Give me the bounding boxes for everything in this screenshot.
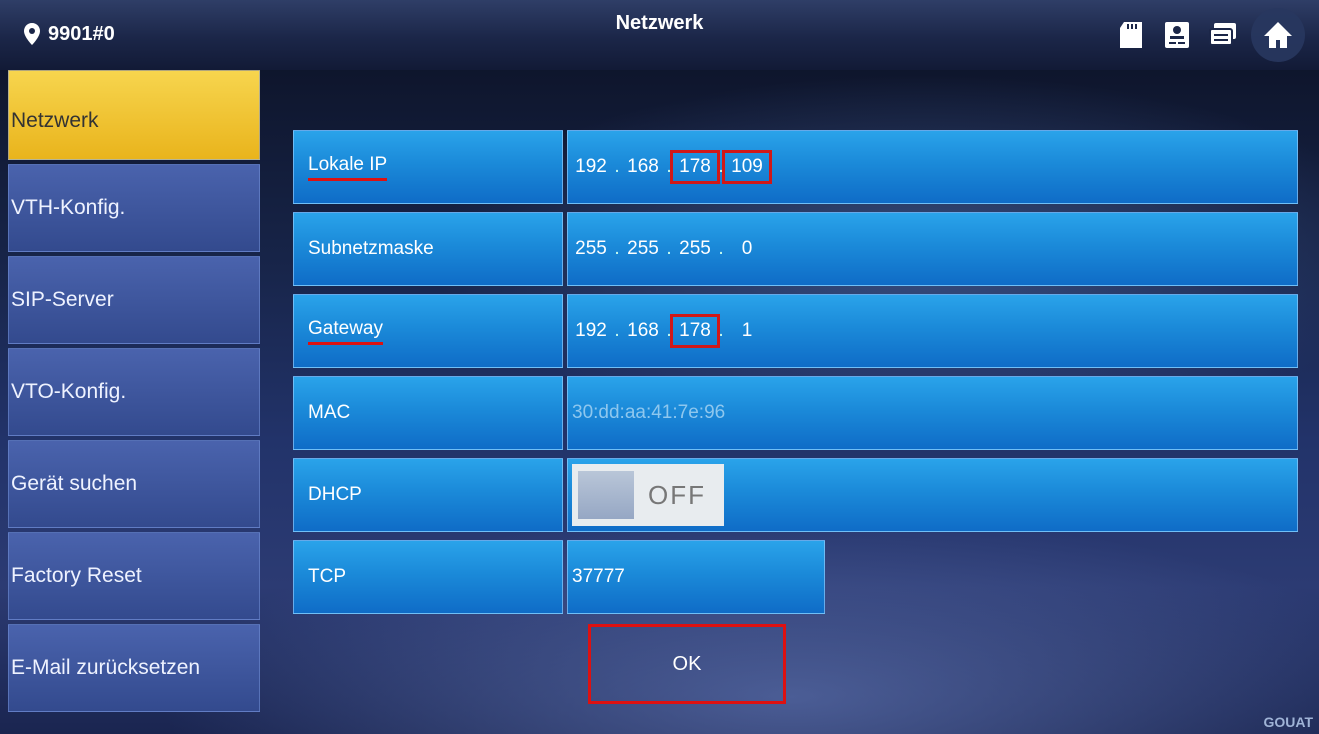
message-stack-icon[interactable] bbox=[1205, 17, 1241, 53]
tcp-label-cell: TCP bbox=[293, 540, 563, 614]
subnet-label: Subnetzmaske bbox=[308, 238, 434, 259]
sidebar-item-sip-server[interactable]: SIP-Server bbox=[8, 256, 260, 344]
sidebar-item-geraet-suchen[interactable]: Gerät suchen bbox=[8, 440, 260, 528]
gateway-label-cell: Gateway bbox=[293, 294, 563, 368]
gateway-label: Gateway bbox=[308, 318, 383, 345]
subnet-octet-3[interactable]: 255 bbox=[676, 238, 714, 260]
row-subnet: Subnetzmaske 255. 255. 255. 0 bbox=[293, 212, 1298, 286]
sidebar-item-email-reset[interactable]: E-Mail zurücksetzen bbox=[8, 624, 260, 712]
local-ip-label-cell: Lokale IP bbox=[293, 130, 563, 204]
home-button[interactable] bbox=[1251, 8, 1305, 62]
top-icons bbox=[1113, 8, 1305, 62]
dhcp-label-cell: DHCP bbox=[293, 458, 563, 532]
mac-label: MAC bbox=[308, 402, 351, 423]
tcp-label: TCP bbox=[308, 566, 346, 587]
brand-watermark: GOUAT bbox=[1263, 714, 1313, 730]
gateway-octet-4[interactable]: 1 bbox=[728, 320, 766, 342]
row-gateway: Gateway 192. 168. 178. 1 bbox=[293, 294, 1298, 368]
ok-highlight-box: OK bbox=[588, 624, 786, 704]
top-bar: 9901#0 Netzwerk bbox=[0, 0, 1319, 70]
mac-value: 30:dd:aa:41:7e:96 bbox=[572, 402, 726, 423]
row-local-ip: Lokale IP 192. 168. 178. 109 bbox=[293, 130, 1298, 204]
ok-button[interactable]: OK bbox=[667, 652, 708, 677]
subnet-field[interactable]: 255. 255. 255. 0 bbox=[567, 212, 1298, 286]
local-ip-field[interactable]: 192. 168. 178. 109 bbox=[567, 130, 1298, 204]
toggle-knob bbox=[578, 471, 634, 519]
gateway-octet-2[interactable]: 168 bbox=[624, 320, 662, 342]
dhcp-cell: OFF bbox=[567, 458, 1298, 532]
gateway-octet-1[interactable]: 192 bbox=[572, 320, 610, 342]
subnet-octet-4[interactable]: 0 bbox=[728, 238, 766, 260]
sidebar-item-netzwerk[interactable]: Netzwerk bbox=[8, 70, 260, 160]
gateway-field[interactable]: 192. 168. 178. 1 bbox=[567, 294, 1298, 368]
mac-label-cell: MAC bbox=[293, 376, 563, 450]
subnet-octet-2[interactable]: 255 bbox=[624, 238, 662, 260]
gateway-octet-3[interactable]: 178 bbox=[670, 314, 720, 348]
row-mac: MAC 30:dd:aa:41:7e:96 bbox=[293, 376, 1298, 450]
dhcp-toggle[interactable]: OFF bbox=[572, 464, 724, 526]
tcp-value: 37777 bbox=[572, 566, 625, 587]
home-icon bbox=[1264, 22, 1292, 48]
local-ip-octet-3[interactable]: 178 bbox=[670, 150, 720, 184]
dhcp-state: OFF bbox=[648, 479, 706, 510]
subnet-label-cell: Subnetzmaske bbox=[293, 212, 563, 286]
row-dhcp: DHCP OFF bbox=[293, 458, 1298, 532]
subnet-octet-1[interactable]: 255 bbox=[572, 238, 610, 260]
row-tcp: TCP 37777 bbox=[293, 540, 825, 614]
sidebar: Netzwerk VTH-Konfig. SIP-Server VTO-Konf… bbox=[8, 70, 260, 716]
tcp-field[interactable]: 37777 bbox=[567, 540, 825, 614]
local-ip-octet-1[interactable]: 192 bbox=[572, 156, 610, 178]
sidebar-item-vth-konfig[interactable]: VTH-Konfig. bbox=[8, 164, 260, 252]
local-ip-octet-2[interactable]: 168 bbox=[624, 156, 662, 178]
sidebar-item-factory-reset[interactable]: Factory Reset bbox=[8, 532, 260, 620]
contact-card-icon[interactable] bbox=[1159, 17, 1195, 53]
sidebar-item-vto-konfig[interactable]: VTO-Konfig. bbox=[8, 348, 260, 436]
mac-field: 30:dd:aa:41:7e:96 bbox=[567, 376, 1298, 450]
dhcp-label: DHCP bbox=[308, 484, 362, 505]
sd-card-icon[interactable] bbox=[1113, 17, 1149, 53]
local-ip-octet-4[interactable]: 109 bbox=[722, 150, 772, 184]
local-ip-label: Lokale IP bbox=[308, 154, 388, 181]
